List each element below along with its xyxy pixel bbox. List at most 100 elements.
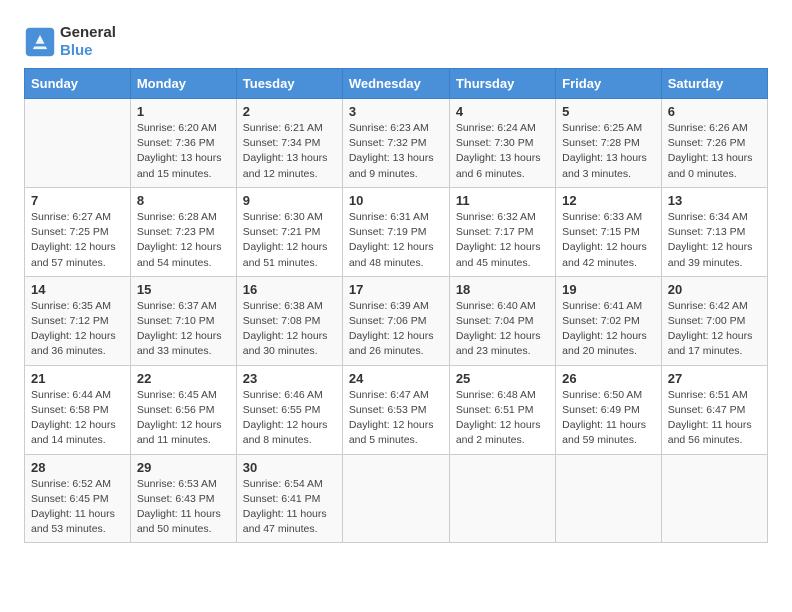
- day-info: Sunrise: 6:27 AM Sunset: 7:25 PM Dayligh…: [31, 210, 124, 271]
- calendar-cell: 24 Sunrise: 6:47 AM Sunset: 6:53 PM Dayli…: [342, 365, 449, 454]
- day-info: Sunrise: 6:54 AM Sunset: 6:41 PM Dayligh…: [243, 477, 336, 538]
- logo-text: General Blue: [60, 24, 116, 60]
- calendar-cell: 11 Sunrise: 6:32 AM Sunset: 7:17 PM Dayli…: [449, 187, 555, 276]
- calendar-cell: [342, 454, 449, 543]
- calendar-week-row: 21 Sunrise: 6:44 AM Sunset: 6:58 PM Dayli…: [25, 365, 768, 454]
- calendar-cell: 14 Sunrise: 6:35 AM Sunset: 7:12 PM Dayli…: [25, 276, 131, 365]
- day-number: 1: [137, 104, 230, 119]
- day-info: Sunrise: 6:37 AM Sunset: 7:10 PM Dayligh…: [137, 299, 230, 360]
- day-number: 21: [31, 371, 124, 386]
- day-info: Sunrise: 6:21 AM Sunset: 7:34 PM Dayligh…: [243, 121, 336, 182]
- weekday-header: Monday: [130, 69, 236, 99]
- calendar-header: SundayMondayTuesdayWednesdayThursdayFrid…: [25, 69, 768, 99]
- day-number: 14: [31, 282, 124, 297]
- day-info: Sunrise: 6:38 AM Sunset: 7:08 PM Dayligh…: [243, 299, 336, 360]
- day-info: Sunrise: 6:31 AM Sunset: 7:19 PM Dayligh…: [349, 210, 443, 271]
- calendar-cell: 7 Sunrise: 6:27 AM Sunset: 7:25 PM Daylig…: [25, 187, 131, 276]
- day-info: Sunrise: 6:51 AM Sunset: 6:47 PM Dayligh…: [668, 388, 761, 449]
- day-number: 4: [456, 104, 549, 119]
- day-number: 28: [31, 460, 124, 475]
- calendar-cell: 29 Sunrise: 6:53 AM Sunset: 6:43 PM Dayli…: [130, 454, 236, 543]
- header: General Blue: [24, 20, 768, 60]
- calendar-cell: 3 Sunrise: 6:23 AM Sunset: 7:32 PM Daylig…: [342, 99, 449, 188]
- calendar-table: SundayMondayTuesdayWednesdayThursdayFrid…: [24, 68, 768, 543]
- day-number: 20: [668, 282, 761, 297]
- calendar-cell: 2 Sunrise: 6:21 AM Sunset: 7:34 PM Daylig…: [236, 99, 342, 188]
- calendar-cell: [449, 454, 555, 543]
- logo-icon: [24, 26, 56, 58]
- day-info: Sunrise: 6:50 AM Sunset: 6:49 PM Dayligh…: [562, 388, 655, 449]
- day-number: 19: [562, 282, 655, 297]
- weekday-header: Thursday: [449, 69, 555, 99]
- day-number: 23: [243, 371, 336, 386]
- calendar-cell: 13 Sunrise: 6:34 AM Sunset: 7:13 PM Dayli…: [661, 187, 767, 276]
- day-number: 24: [349, 371, 443, 386]
- calendar-cell: 9 Sunrise: 6:30 AM Sunset: 7:21 PM Daylig…: [236, 187, 342, 276]
- day-number: 15: [137, 282, 230, 297]
- calendar-cell: 16 Sunrise: 6:38 AM Sunset: 7:08 PM Dayli…: [236, 276, 342, 365]
- calendar-cell: 27 Sunrise: 6:51 AM Sunset: 6:47 PM Dayli…: [661, 365, 767, 454]
- day-number: 13: [668, 193, 761, 208]
- day-info: Sunrise: 6:52 AM Sunset: 6:45 PM Dayligh…: [31, 477, 124, 538]
- day-info: Sunrise: 6:48 AM Sunset: 6:51 PM Dayligh…: [456, 388, 549, 449]
- weekday-header: Tuesday: [236, 69, 342, 99]
- day-number: 2: [243, 104, 336, 119]
- weekday-header: Saturday: [661, 69, 767, 99]
- day-info: Sunrise: 6:30 AM Sunset: 7:21 PM Dayligh…: [243, 210, 336, 271]
- day-info: Sunrise: 6:34 AM Sunset: 7:13 PM Dayligh…: [668, 210, 761, 271]
- calendar-cell: 10 Sunrise: 6:31 AM Sunset: 7:19 PM Dayli…: [342, 187, 449, 276]
- day-number: 18: [456, 282, 549, 297]
- day-info: Sunrise: 6:44 AM Sunset: 6:58 PM Dayligh…: [31, 388, 124, 449]
- calendar-cell: [25, 99, 131, 188]
- calendar-cell: 5 Sunrise: 6:25 AM Sunset: 7:28 PM Daylig…: [556, 99, 662, 188]
- day-number: 8: [137, 193, 230, 208]
- day-number: 9: [243, 193, 336, 208]
- calendar-cell: [661, 454, 767, 543]
- day-info: Sunrise: 6:47 AM Sunset: 6:53 PM Dayligh…: [349, 388, 443, 449]
- day-number: 26: [562, 371, 655, 386]
- weekday-header: Friday: [556, 69, 662, 99]
- day-info: Sunrise: 6:20 AM Sunset: 7:36 PM Dayligh…: [137, 121, 230, 182]
- calendar-cell: 30Sunrise: 6:54 AM Sunset: 6:41 PM Dayli…: [236, 454, 342, 543]
- day-number: 10: [349, 193, 443, 208]
- day-number: 3: [349, 104, 443, 119]
- day-number: 11: [456, 193, 549, 208]
- calendar-cell: 4 Sunrise: 6:24 AM Sunset: 7:30 PM Daylig…: [449, 99, 555, 188]
- day-number: 12: [562, 193, 655, 208]
- weekday-header-row: SundayMondayTuesdayWednesdayThursdayFrid…: [25, 69, 768, 99]
- day-info: Sunrise: 6:41 AM Sunset: 7:02 PM Dayligh…: [562, 299, 655, 360]
- day-number: 29: [137, 460, 230, 475]
- day-info: Sunrise: 6:40 AM Sunset: 7:04 PM Dayligh…: [456, 299, 549, 360]
- day-info: Sunrise: 6:42 AM Sunset: 7:00 PM Dayligh…: [668, 299, 761, 360]
- calendar-week-row: 14 Sunrise: 6:35 AM Sunset: 7:12 PM Dayli…: [25, 276, 768, 365]
- calendar-cell: 21 Sunrise: 6:44 AM Sunset: 6:58 PM Dayli…: [25, 365, 131, 454]
- calendar-cell: 12 Sunrise: 6:33 AM Sunset: 7:15 PM Dayli…: [556, 187, 662, 276]
- calendar-week-row: 28 Sunrise: 6:52 AM Sunset: 6:45 PM Dayli…: [25, 454, 768, 543]
- day-info: Sunrise: 6:33 AM Sunset: 7:15 PM Dayligh…: [562, 210, 655, 271]
- calendar-cell: 8 Sunrise: 6:28 AM Sunset: 7:23 PM Daylig…: [130, 187, 236, 276]
- day-number: 25: [456, 371, 549, 386]
- calendar-cell: 17Sunrise: 6:39 AM Sunset: 7:06 PM Dayli…: [342, 276, 449, 365]
- logo: General Blue: [24, 24, 116, 60]
- calendar-cell: 28 Sunrise: 6:52 AM Sunset: 6:45 PM Dayli…: [25, 454, 131, 543]
- calendar-cell: 19 Sunrise: 6:41 AM Sunset: 7:02 PM Dayli…: [556, 276, 662, 365]
- day-info: Sunrise: 6:24 AM Sunset: 7:30 PM Dayligh…: [456, 121, 549, 182]
- calendar-cell: 26 Sunrise: 6:50 AM Sunset: 6:49 PM Dayli…: [556, 365, 662, 454]
- day-number: 5: [562, 104, 655, 119]
- day-number: 16: [243, 282, 336, 297]
- day-info: Sunrise: 6:53 AM Sunset: 6:43 PM Dayligh…: [137, 477, 230, 538]
- day-info: Sunrise: 6:32 AM Sunset: 7:17 PM Dayligh…: [456, 210, 549, 271]
- calendar-week-row: 1 Sunrise: 6:20 AM Sunset: 7:36 PM Daylig…: [25, 99, 768, 188]
- day-info: Sunrise: 6:35 AM Sunset: 7:12 PM Dayligh…: [31, 299, 124, 360]
- day-number: 7: [31, 193, 124, 208]
- day-info: Sunrise: 6:25 AM Sunset: 7:28 PM Dayligh…: [562, 121, 655, 182]
- day-info: Sunrise: 6:23 AM Sunset: 7:32 PM Dayligh…: [349, 121, 443, 182]
- day-number: 27: [668, 371, 761, 386]
- day-info: Sunrise: 6:45 AM Sunset: 6:56 PM Dayligh…: [137, 388, 230, 449]
- calendar-cell: 20 Sunrise: 6:42 AM Sunset: 7:00 PM Dayli…: [661, 276, 767, 365]
- day-info: Sunrise: 6:28 AM Sunset: 7:23 PM Dayligh…: [137, 210, 230, 271]
- day-number: 22: [137, 371, 230, 386]
- weekday-header: Wednesday: [342, 69, 449, 99]
- day-number: 17: [349, 282, 443, 297]
- day-info: Sunrise: 6:46 AM Sunset: 6:55 PM Dayligh…: [243, 388, 336, 449]
